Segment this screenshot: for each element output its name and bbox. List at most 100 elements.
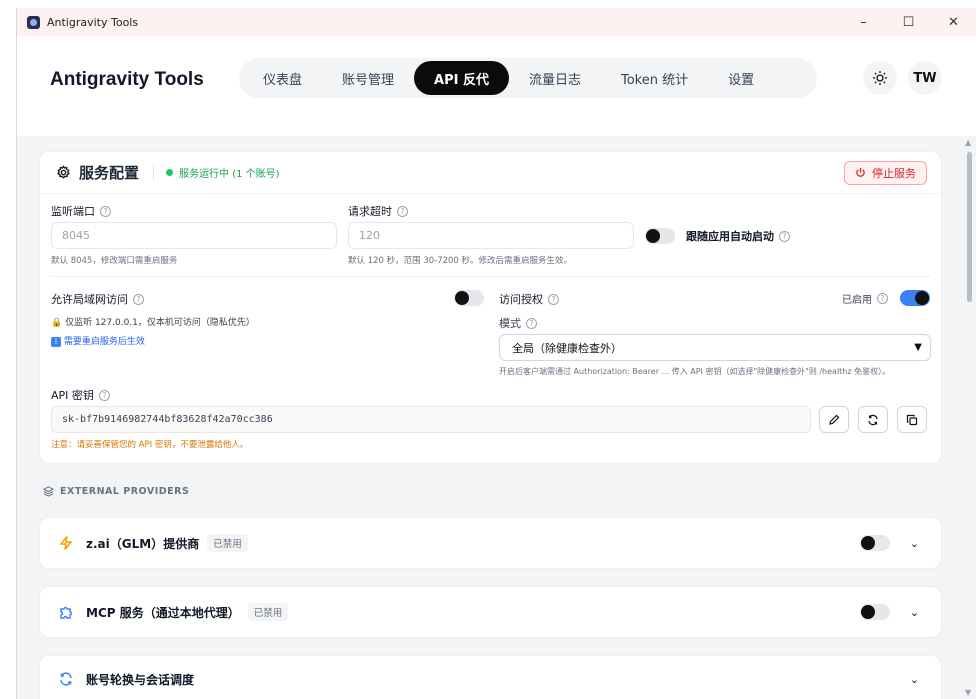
nav-token-stats[interactable]: Token 统计 <box>601 61 708 95</box>
copy-icon <box>906 414 918 425</box>
autostart-toggle[interactable] <box>645 228 675 244</box>
port-input[interactable]: 8045 <box>51 222 337 249</box>
service-status: 服务运行中 (1 个账号) <box>179 169 280 180</box>
lan-hint: 仅监听 127.0.0.1，仅本机可访问（隐私优先） <box>65 318 255 328</box>
autostart-label-row: 跟随应用自动启动 ? <box>686 228 790 244</box>
gear-icon <box>57 165 70 179</box>
scrollbar[interactable]: ▲ ▼ <box>962 136 976 699</box>
timeout-hint: 默认 120 秒，范围 30-7200 秒。修改后需重启服务生效。 <box>348 256 573 266</box>
restart-hint-row: i 需要重启服务后生效 <box>51 334 145 347</box>
status-badge: 已禁用 <box>247 603 289 621</box>
service-config-title: 服务配置 <box>79 164 140 182</box>
stop-service-button[interactable]: 停止服务 <box>844 160 927 185</box>
apikey-label-row: API 密钥 ? <box>51 387 110 403</box>
lan-hint-row: 🔒 仅监听 127.0.0.1，仅本机可访问（隐私优先） <box>51 315 255 328</box>
app-logo-icon <box>27 15 40 29</box>
app-header: Antigravity Tools 仪表盘 账号管理 API 反代 流量日志 T… <box>17 36 976 136</box>
help-icon[interactable]: ? <box>526 317 537 329</box>
info-icon: i <box>51 337 61 347</box>
minimize-button[interactable]: – <box>841 8 886 36</box>
pencil-icon <box>829 414 840 425</box>
auth-state-row: 已启用 ? <box>842 291 888 306</box>
apikey-label: API 密钥 <box>51 389 94 402</box>
help-icon[interactable]: ? <box>397 205 408 217</box>
auth-toggle[interactable] <box>900 290 930 306</box>
lan-label-row: 允许局域网访问 ? <box>51 291 144 307</box>
help-icon[interactable]: ? <box>548 293 559 305</box>
power-icon <box>856 167 865 177</box>
timeout-label: 请求超时 <box>348 205 392 218</box>
header-divider <box>153 164 155 181</box>
help-icon[interactable]: ? <box>100 205 111 217</box>
close-button[interactable]: ✕ <box>931 8 976 36</box>
theme-toggle-button[interactable] <box>863 61 897 95</box>
apikey-input[interactable]: sk-bf7b9146982744bf83628f42a70cc386 <box>51 406 811 433</box>
provider-card-mcp[interactable]: MCP 服务（通过本地代理） 已禁用 ⌄ <box>39 586 942 638</box>
help-icon[interactable]: ? <box>877 293 888 304</box>
scroll-thumb[interactable] <box>967 152 972 302</box>
apikey-warning: 注意：请妥善保管您的 API 密钥，不要泄露给他人。 <box>51 440 249 450</box>
app-window: Antigravity Tools – ☐ ✕ Antigravity Tool… <box>16 8 976 699</box>
provider-toggle[interactable] <box>859 604 890 620</box>
port-hint: 默认 8045，修改端口需重启服务 <box>51 256 178 266</box>
provider-name: 账号轮换与会话调度 <box>86 672 195 687</box>
status-badge: 已禁用 <box>207 534 248 552</box>
auth-label-row: 访问授权 ? <box>499 291 559 307</box>
provider-card-rotation[interactable]: 账号轮换与会话调度 ⌄ <box>39 655 942 699</box>
provider-toggle[interactable] <box>859 535 890 551</box>
provider-card-zai[interactable]: z.ai（GLM）提供商 已禁用 ⌄ <box>39 517 942 569</box>
nav-api-proxy[interactable]: API 反代 <box>414 61 509 95</box>
timeout-label-row: 请求超时 ? <box>348 203 408 219</box>
scroll-down-icon[interactable]: ▼ <box>965 688 971 697</box>
bolt-icon <box>59 536 73 550</box>
provider-controls: ⌄ <box>910 673 919 686</box>
scroll-up-icon[interactable]: ▲ <box>965 138 971 147</box>
lan-access-toggle[interactable] <box>454 290 484 306</box>
section-divider <box>50 276 931 277</box>
puzzle-icon <box>60 606 73 619</box>
providers-title: EXTERNAL PROVIDERS <box>60 486 190 497</box>
restart-hint: 需要重启服务后生效 <box>63 337 145 347</box>
mode-hint: 开启后客户端需通过 Authorization: Bearer ... 传入 A… <box>499 367 891 376</box>
avatar-button[interactable]: TW <box>908 61 942 95</box>
help-icon[interactable]: ? <box>133 293 144 305</box>
refresh-icon <box>60 672 72 686</box>
lan-label: 允许局域网访问 <box>51 293 128 306</box>
provider-name: z.ai（GLM）提供商 <box>86 536 200 551</box>
provider-controls: ⌄ <box>859 604 919 620</box>
title-bar: Antigravity Tools – ☐ ✕ <box>17 8 976 36</box>
providers-section-title: EXTERNAL PROVIDERS <box>43 486 189 497</box>
nav-settings[interactable]: 设置 <box>708 61 774 95</box>
auth-state: 已启用 <box>842 295 872 306</box>
provider-controls: ⌄ <box>859 535 919 551</box>
timeout-input[interactable]: 120 <box>348 222 634 249</box>
main-nav: 仪表盘 账号管理 API 反代 流量日志 Token 统计 设置 <box>239 58 817 98</box>
copy-key-button[interactable] <box>897 406 927 433</box>
mode-selected-value: 全局（除健康检查外） <box>512 341 622 355</box>
mode-select[interactable]: 全局（除健康检查外） ▼ <box>499 334 931 361</box>
regenerate-key-button[interactable] <box>858 406 888 433</box>
service-config-header: 服务配置 服务运行中 (1 个账号) 停止服务 <box>40 152 941 194</box>
auth-label: 访问授权 <box>499 293 543 306</box>
port-label: 监听端口 <box>51 205 95 218</box>
nav-accounts[interactable]: 账号管理 <box>322 61 414 95</box>
chevron-down-icon[interactable]: ⌄ <box>910 673 919 686</box>
refresh-icon <box>868 414 878 425</box>
chevron-down-icon[interactable]: ⌄ <box>910 537 919 550</box>
mode-label: 模式 <box>499 317 521 330</box>
maximize-button[interactable]: ☐ <box>886 8 931 36</box>
main-content: 服务配置 服务运行中 (1 个账号) 停止服务 监听端口 ? 8045 默认 8… <box>17 136 976 699</box>
sun-icon <box>873 71 887 85</box>
brand-title: Antigravity Tools <box>50 69 204 90</box>
edit-key-button[interactable] <box>819 406 849 433</box>
status-dot <box>166 169 174 176</box>
chevron-down-icon[interactable]: ⌄ <box>910 606 919 619</box>
chevron-down-icon: ▼ <box>914 342 922 353</box>
help-icon[interactable]: ? <box>98 389 110 401</box>
nav-traffic-log[interactable]: 流量日志 <box>509 61 601 95</box>
lock-icon: 🔒 <box>51 318 63 328</box>
autostart-label: 跟随应用自动启动 <box>686 230 774 243</box>
nav-dashboard[interactable]: 仪表盘 <box>243 61 322 95</box>
mode-label-row: 模式 ? <box>499 315 537 331</box>
help-icon[interactable]: ? <box>779 230 790 242</box>
